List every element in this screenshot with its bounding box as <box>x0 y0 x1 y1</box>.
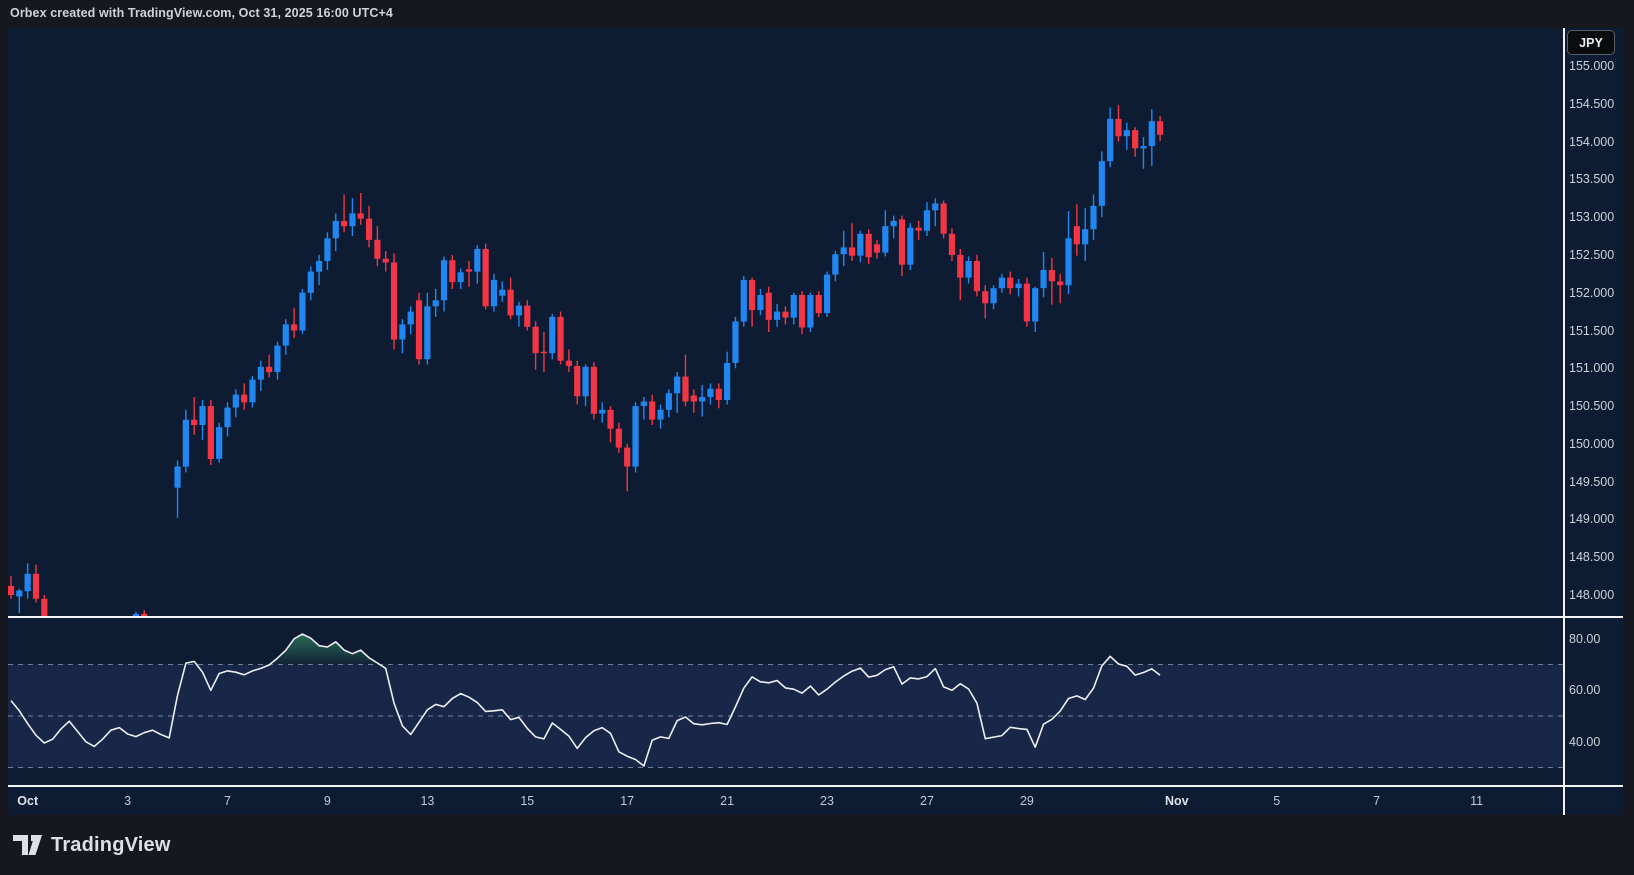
price-axis-label: 154.000 <box>1569 135 1614 149</box>
time-axis-label: 7 <box>1373 794 1380 808</box>
price-axis[interactable]: JPY 155.000 154.500 154.000 153.500 153.000 1… <box>1565 28 1623 785</box>
price-axis-label: 151.000 <box>1569 361 1614 375</box>
rsi-axis-label: 60.00 <box>1569 683 1600 697</box>
time-axis-label: Oct <box>17 794 38 808</box>
currency-badge: JPY <box>1567 30 1615 55</box>
price-axis-label: 151.500 <box>1569 324 1614 338</box>
price-axis-label: 154.500 <box>1569 97 1614 111</box>
time-axis-label: 11 <box>1470 794 1483 808</box>
price-axis-label: 152.500 <box>1569 248 1614 262</box>
time-axis-label: 27 <box>920 794 934 808</box>
time-axis-label: 5 <box>1273 794 1280 808</box>
price-axis-label: 149.000 <box>1569 512 1614 526</box>
page: { "header": { "title": "Orbex created wi… <box>0 0 1634 875</box>
rsi-axis-label: 80.00 <box>1569 632 1600 646</box>
price-axis-label: 148.500 <box>1569 550 1614 564</box>
time-axis-label: 29 <box>1020 794 1034 808</box>
chart-panel: JPY 155.000 154.500 154.000 153.500 153.000 1… <box>8 28 1623 815</box>
chart-title: Orbex created with TradingView.com, Oct … <box>10 6 393 20</box>
price-axis-label: 153.000 <box>1569 210 1614 224</box>
time-axis[interactable]: Oct 3 7 9 13 15 17 21 23 27 29 Nov 5 7 11 <box>8 787 1623 815</box>
tradingview-logo[interactable]: TradingView <box>13 833 171 857</box>
header-strip: Orbex created with TradingView.com, Oct … <box>0 0 1634 28</box>
tradingview-logo-icon <box>13 835 42 855</box>
time-axis-label: 7 <box>224 794 231 808</box>
price-axis-label: 155.000 <box>1569 59 1614 73</box>
time-axis-label: 23 <box>820 794 834 808</box>
time-axis-label: 17 <box>620 794 634 808</box>
rsi-indicator-pane[interactable] <box>8 618 1563 785</box>
time-axis-label: 9 <box>324 794 331 808</box>
main-price-pane[interactable] <box>8 28 1563 616</box>
time-axis-label: 3 <box>124 794 131 808</box>
candlestick-series <box>8 105 1163 616</box>
time-axis-label: Nov <box>1165 794 1189 808</box>
price-axis-label: 149.500 <box>1569 475 1614 489</box>
tradingview-logo-text: TradingView <box>51 834 171 857</box>
time-axis-label: 15 <box>520 794 534 808</box>
price-axis-label: 153.500 <box>1569 172 1614 186</box>
rsi-axis-label: 40.00 <box>1569 735 1600 749</box>
price-axis-label: 148.000 <box>1569 588 1614 602</box>
time-axis-label: 13 <box>420 794 434 808</box>
price-axis-label: 150.500 <box>1569 399 1614 413</box>
price-axis-label: 150.000 <box>1569 437 1614 451</box>
price-axis-label: 152.000 <box>1569 286 1614 300</box>
time-axis-label: 21 <box>720 794 734 808</box>
